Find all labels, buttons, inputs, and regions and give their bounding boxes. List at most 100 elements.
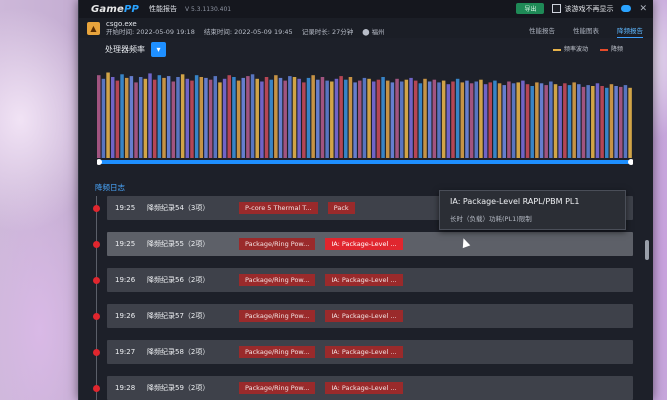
chart-bar: [511, 83, 516, 158]
chart-bar: [358, 80, 362, 158]
chart-bar: [292, 77, 297, 158]
chart-bar: [185, 78, 190, 158]
end-time: 结束时间: 2022-05-09 19:45: [203, 28, 293, 36]
chart-bar: [390, 82, 395, 158]
chart-bar: [441, 80, 446, 158]
range-handle-right[interactable]: [628, 159, 633, 165]
frequency-chart: [97, 72, 633, 165]
throttle-tag[interactable]: Package/Ring Pow...: [239, 310, 316, 322]
chart-bar: [385, 80, 390, 158]
checkbox-box[interactable]: [552, 4, 562, 13]
timeline-dot: [93, 205, 100, 212]
report-tabs: 性能报告 性能图表 降频报告: [529, 25, 643, 38]
chart-bar: [558, 86, 562, 158]
cloud-icon[interactable]: [621, 5, 632, 12]
throttle-tag[interactable]: IA: Package-Level ...: [325, 346, 403, 358]
chart-bar: [306, 77, 311, 158]
row-record: 降频纪录56（2项）: [147, 276, 210, 284]
chart-bar: [134, 82, 138, 158]
range-handle-left[interactable]: [97, 159, 102, 165]
chart-bar: [427, 81, 432, 158]
tab-performance-chart[interactable]: 性能图表: [573, 25, 599, 38]
chart-bar: [516, 82, 520, 158]
throttle-tag[interactable]: IA: Package-Level ...: [325, 310, 403, 322]
chart-bar: [353, 82, 357, 158]
location: ⬤ 福州: [362, 28, 385, 36]
chart-bar: [432, 79, 437, 158]
chart-bar: [628, 87, 632, 158]
row-record: 降频纪录55（2项）: [147, 240, 210, 248]
window-title: 性能报告: [149, 5, 178, 13]
chart-toolbar: 处理器频率 ▾ 频率波动 降频: [79, 38, 653, 60]
throttle-tag[interactable]: Pack: [327, 202, 355, 214]
row-time: 19:26: [115, 312, 136, 320]
table-row[interactable]: 19:27 降频纪录58（2项） Package/Ring Pow... IA: Pa…: [107, 340, 633, 364]
throttle-tag[interactable]: Package/Ring Pow...: [239, 238, 316, 250]
duration: 记录时长: 27分钟: [301, 28, 354, 36]
timeline-dot: [93, 277, 100, 284]
chart-bar: [101, 78, 106, 158]
chart-bar: [208, 79, 213, 158]
close-icon[interactable]: ✕: [639, 4, 647, 14]
chart-bar: [97, 75, 101, 158]
chart-bar: [376, 79, 381, 158]
throttle-tag[interactable]: Package/Ring Pow...: [239, 274, 316, 286]
chart-bar: [264, 77, 269, 158]
tooltip-subtitle: 长时（负载）功耗(PL1)限制: [450, 215, 532, 223]
chart-bar: [274, 75, 278, 158]
chart-bar: [544, 85, 548, 158]
chart-bar: [283, 80, 287, 158]
chart-bar: [124, 77, 129, 158]
chart-bar: [241, 77, 245, 158]
row-record: 降频纪录57（2项）: [147, 312, 210, 320]
chart-bar: [348, 77, 353, 158]
chart-bar: [260, 81, 264, 158]
chart-bar: [591, 86, 595, 158]
row-time: 19:26: [115, 276, 136, 284]
chart-bar: [595, 83, 600, 158]
throttle-tag[interactable]: P-core 5 Thermal T...: [239, 202, 318, 214]
table-row[interactable]: 19:28 降频纪录59（2项） Package/Ring Pow... IA: Pa…: [107, 376, 633, 400]
legend-item-throttle: 降频: [599, 44, 623, 53]
table-row[interactable]: 19:25 降频纪录55（2项） Package/Ring Pow... IA: Pa…: [107, 232, 633, 256]
export-button[interactable]: 导出: [516, 3, 545, 14]
chart-bar: [278, 77, 283, 158]
chart-bar: [404, 79, 409, 158]
metric-dropdown-button[interactable]: ▾: [151, 41, 166, 57]
chart-bar: [204, 77, 208, 158]
range-slider-track[interactable]: [97, 160, 633, 164]
chart-bar: [507, 81, 511, 158]
throttle-tag[interactable]: IA: Package-Level ...: [325, 274, 403, 286]
timeline-dot: [93, 349, 100, 356]
chart-bar: [381, 77, 385, 158]
chart-bar: [469, 83, 474, 158]
row-time: 19:25: [115, 204, 136, 212]
row-record: 降频纪录58（2项）: [147, 348, 210, 356]
chart-bar: [227, 75, 231, 158]
chart-bar: [395, 78, 399, 158]
list-scrollbar[interactable]: [645, 240, 649, 260]
throttle-tag[interactable]: Package/Ring Pow...: [239, 382, 316, 394]
chart-bar: [483, 84, 488, 158]
location-pin-icon: ⬤: [362, 28, 370, 36]
chart-bar: [138, 77, 143, 158]
chart-bar: [367, 78, 371, 158]
chart-bar: [297, 78, 301, 158]
chart-bar: [488, 82, 493, 158]
row-time: 19:25: [115, 240, 136, 248]
timeline-dot: [93, 385, 100, 392]
chart-bar: [115, 80, 120, 158]
game-exe: csgo.exe: [106, 20, 137, 28]
legend-item-fluctuation: 频率波动: [552, 44, 588, 53]
dont-show-checkbox[interactable]: 该游戏不再显示: [552, 4, 613, 14]
tab-throttle-report[interactable]: 降频报告: [617, 25, 643, 38]
chart-bar: [502, 85, 506, 158]
tab-performance-report[interactable]: 性能报告: [529, 25, 555, 38]
chart-bar: [344, 79, 348, 158]
throttle-tag[interactable]: Package/Ring Pow...: [239, 346, 316, 358]
throttle-tag[interactable]: IA: Package-Level ...: [325, 238, 403, 250]
start-time: 开始时间: 2022-05-09 19:18: [106, 28, 195, 36]
throttle-tag[interactable]: IA: Package-Level ...: [325, 382, 403, 394]
table-row[interactable]: 19:26 降频纪录57（2项） Package/Ring Pow... IA: Pa…: [107, 304, 633, 328]
table-row[interactable]: 19:26 降频纪录56（2项） Package/Ring Pow... IA: Pa…: [107, 268, 633, 292]
